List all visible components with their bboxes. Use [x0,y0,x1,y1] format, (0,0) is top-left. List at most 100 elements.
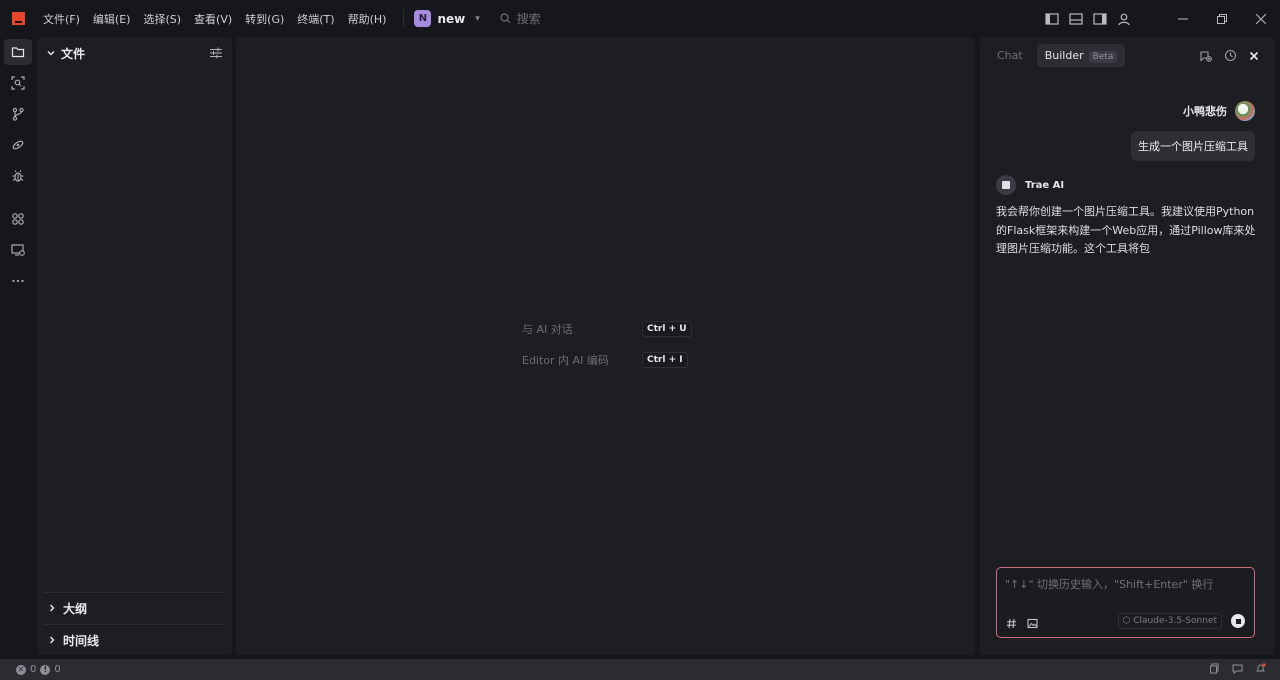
editor-area[interactable]: 与 AI 对话 Ctrl + U Editor 内 AI 编码 Ctrl + I [236,37,975,655]
chat-tabs: Chat Builder Beta [989,44,1126,67]
user-avatar [1235,101,1255,121]
tab-chat[interactable]: Chat [989,44,1031,67]
copy-icon[interactable] [1209,663,1220,674]
model-name: Claude-3.5-Sonnet [1133,616,1217,626]
user-name: 小鸭悲伤 [1183,105,1227,118]
shortcut-chat: Ctrl + U [642,321,692,337]
explorer-title: 文件 [61,46,86,61]
menu-selection[interactable]: 选择(S) [143,11,181,27]
monitor-icon [11,244,25,256]
link-icon [12,140,24,150]
menu-file[interactable]: 文件(F) [43,11,80,27]
chevron-down-icon [47,51,55,56]
account-icon[interactable] [1117,12,1131,26]
restore-icon [1216,13,1227,24]
search-view-button[interactable] [4,70,32,96]
menu-help[interactable]: 帮助(H) [348,11,387,27]
warning-icon: ! [40,664,51,675]
hint-inline-label: Editor 内 AI 编码 [522,354,609,367]
key-plus: + [668,324,677,334]
chevron-down-icon: ▾ [475,13,480,24]
image-icon[interactable] [1027,618,1038,629]
source-control-button[interactable] [4,101,32,127]
activity-bar [0,37,37,659]
stop-icon [1235,618,1241,624]
status-bar: ✕ 0 ! 0 [0,659,1280,680]
menu-edit[interactable]: 编辑(E) [93,11,131,27]
chevron-right-icon [50,604,55,612]
new-chat-icon[interactable] [1199,49,1212,62]
close-panel-icon[interactable] [1249,51,1259,61]
tab-builder-label: Builder [1044,49,1084,62]
user-message-header: 小鸭悲伤 [1183,101,1255,121]
search-icon [500,13,511,24]
search-box[interactable]: 搜索 [500,10,541,27]
extensions-icon [12,213,24,225]
toggle-right-panel-icon[interactable] [1093,12,1107,26]
feedback-icon[interactable] [1232,663,1243,674]
key-plus: + [668,355,677,365]
bug-icon [12,170,24,182]
title-bar: 文件(F) 编辑(E) 选择(S) 查看(V) 转到(G) 终端(T) 帮助(H… [0,0,1280,37]
explorer-button[interactable] [4,39,32,65]
key-ctrl: Ctrl [647,355,666,365]
ai-chat-panel: Chat Builder Beta 小鸭悲伤 生成一个图片压缩工具 Trae AI… [980,37,1275,655]
restore-button[interactable] [1202,0,1241,37]
key-ctrl: Ctrl [647,324,666,334]
timeline-section[interactable]: 时间线 [43,624,226,655]
chevron-right-icon [50,636,55,644]
shortcut-inline: Ctrl + I [642,352,688,368]
key-u: U [679,324,687,334]
menu-view[interactable]: 查看(V) [194,11,232,27]
error-icon: ✕ [16,664,26,675]
minimize-icon [1177,18,1188,19]
key-i: I [679,355,683,365]
more-button[interactable] [4,268,32,294]
project-name: new [437,11,466,26]
hint-chat-label: 与 AI 对话 [522,323,573,336]
project-switcher[interactable]: N new ▾ [414,10,480,27]
sliders-icon [210,47,222,59]
toggle-bottom-panel-icon[interactable] [1069,12,1083,26]
hint-inline: Editor 内 AI 编码 Ctrl + I [522,352,688,368]
git-branch-icon [12,107,24,121]
explorer-settings-button[interactable] [210,47,222,59]
hash-icon[interactable] [1006,618,1017,629]
app-logo-icon [12,12,25,25]
outline-label: 大纲 [63,601,88,616]
debug-button[interactable] [4,163,32,189]
tab-builder[interactable]: Builder Beta [1036,44,1126,67]
problems-indicator[interactable]: ✕ 0 ! 0 [16,664,61,675]
minimize-button[interactable] [1163,0,1202,37]
hint-chat: 与 AI 对话 Ctrl + U [522,321,692,337]
search-placeholder: 搜索 [516,12,541,26]
chat-input-box[interactable]: "↑↓" 切换历史输入，"Shift+Enter" 换行 ⬡ Claude-3.… [996,567,1255,638]
close-window-button[interactable] [1241,0,1280,37]
notifications-icon[interactable] [1255,663,1266,674]
remote-button[interactable] [4,132,32,158]
stop-button[interactable] [1231,614,1245,628]
error-count: 0 [30,664,37,675]
model-selector[interactable]: ⬡ Claude-3.5-Sonnet [1117,613,1222,629]
folder-icon [11,47,25,58]
chat-input-placeholder: "↑↓" 切换历史输入，"Shift+Enter" 换行 [1005,578,1214,591]
explorer-header[interactable]: 文件 [37,37,232,69]
warning-count: 0 [54,664,61,675]
menu-terminal[interactable]: 终端(T) [297,11,334,27]
ai-name: Trae AI [1025,179,1065,191]
history-icon[interactable] [1224,49,1237,62]
title-separator [403,9,405,28]
project-badge: N [414,10,432,27]
remote-explorer-button[interactable] [4,237,32,263]
toggle-left-panel-icon[interactable] [1045,12,1059,26]
menu-go[interactable]: 转到(G) [245,11,284,27]
ellipsis-icon [12,279,24,283]
ai-message-text: 我会帮你创建一个图片压缩工具。我建议使用Python的Flask框架来构建一个W… [996,205,1256,255]
beta-badge: Beta [1088,51,1118,63]
outline-section[interactable]: 大纲 [43,592,226,623]
user-message-bubble: 生成一个图片压缩工具 [1131,131,1255,161]
file-explorer-panel: 文件 大纲 时间线 [37,37,232,655]
search-scan-icon [11,76,25,90]
extensions-button[interactable] [4,206,32,232]
timeline-label: 时间线 [63,633,100,648]
